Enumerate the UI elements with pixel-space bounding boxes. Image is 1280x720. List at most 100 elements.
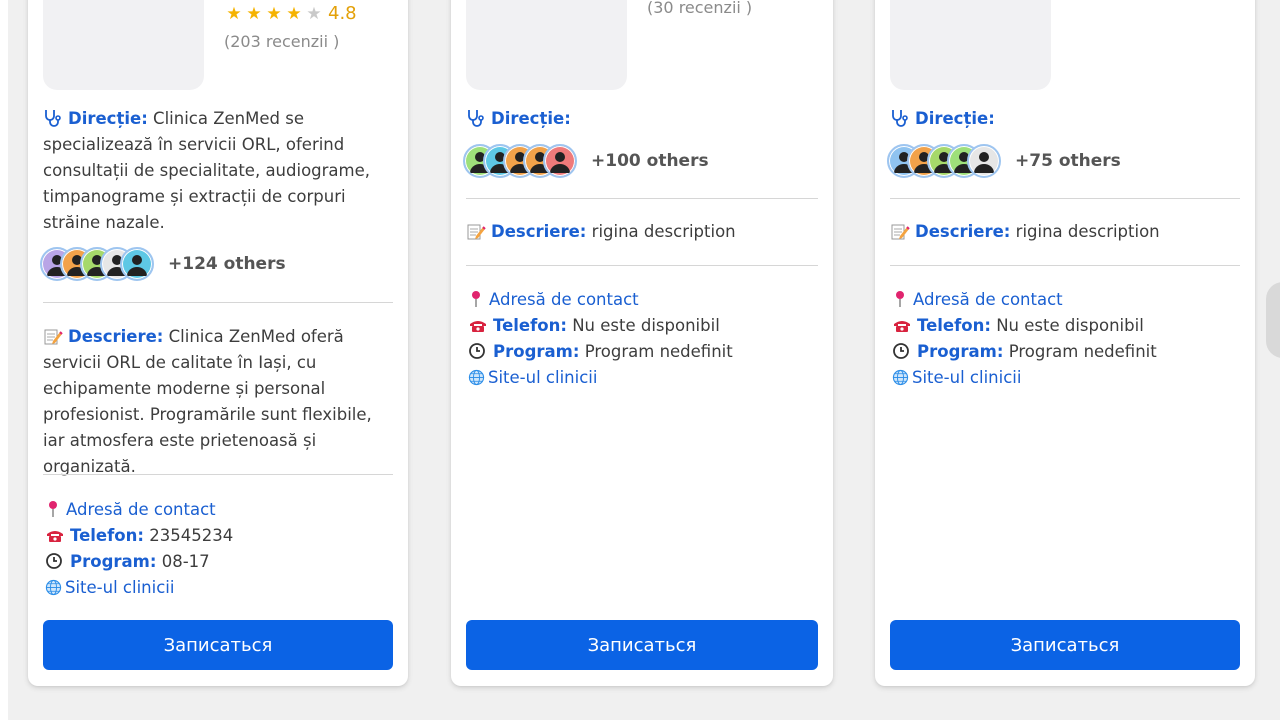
phone-label: Telefon: [493,316,567,335]
contact-section: Adresă de contact Telefon: Nu este dispo… [468,287,818,391]
pushpin-icon [45,500,61,518]
divider [43,474,393,475]
telephone-icon [892,316,912,334]
phone-label: Telefon: [70,526,144,545]
contact-address-link[interactable]: Adresă de contact [489,290,639,309]
others-count: +75 others [1015,151,1121,171]
clinic-card: Direcție: +75 others Descriere: rigina d… [875,0,1255,686]
others-count: +124 others [168,254,286,274]
description-label: Descriere: [491,222,587,241]
clinic-site-link[interactable]: Site-ul clinicii [488,368,597,387]
avatar [543,144,577,178]
phone-value: 23545234 [149,526,234,545]
site-row[interactable]: Site-ul clinicii [468,365,818,391]
clinic-image-placeholder [466,0,627,90]
direction-label: Direcție: [915,109,995,128]
phone-row: Telefon: Nu este disponibil [468,313,818,339]
direction-section: Direcție: Clinica ZenMed se specializeaz… [43,106,393,236]
schedule-value: 08-17 [161,552,210,571]
clock-icon [45,552,65,570]
stethoscope-icon [890,109,910,127]
book-appointment-button[interactable]: Записаться [43,620,393,670]
clock-icon [892,342,912,360]
divider [890,265,1240,266]
schedule-label: Program: [493,342,580,361]
phone-value: Nu este disponibil [996,316,1144,335]
pushpin-icon [892,290,908,308]
star-icon: ★ [286,3,302,24]
description-text: rigina description [591,222,736,241]
clinic-site-link[interactable]: Site-ul clinicii [912,368,1021,387]
clock-icon [468,342,488,360]
schedule-label: Program: [917,342,1004,361]
clinic-card-zenmed: ★ ★ ★ ★ ★ 4.8 (203 recenzii ) Direcție: … [28,0,408,686]
others-count: +100 others [591,151,709,171]
direction-label: Direcție: [68,109,148,128]
schedule-value: Program nedefinit [584,342,733,361]
schedule-row: Program: Program nedefinit [468,339,818,365]
book-appointment-button[interactable]: Записаться [466,620,818,670]
schedule-row: Program: Program nedefinit [892,339,1240,365]
divider [466,265,818,266]
star-icon: ★ [246,3,262,24]
rating-value: 4.8 [328,3,357,24]
description-section: Descriere: rigina description [890,219,1240,245]
telephone-icon [468,316,488,334]
direction-label: Direcție: [491,109,571,128]
rating-row: ★ ★ ★ ★ ★ 4.8 [224,3,357,24]
globe-icon [468,368,485,386]
stethoscope-icon [43,109,63,127]
avatar [967,144,1001,178]
book-appointment-button[interactable]: Записаться [890,620,1240,670]
stethoscope-icon [466,109,486,127]
half-star-icon: ★ [306,3,322,24]
clinic-site-link[interactable]: Site-ul clinicii [65,578,174,597]
pushpin-icon [468,290,484,308]
direction-section: Direcție: [890,106,1240,132]
phone-value: Nu este disponibil [572,316,720,335]
telephone-icon [45,526,65,544]
schedule-row: Program: 08-17 [45,549,393,575]
description-label: Descriere: [68,327,164,346]
contact-section: Adresă de contact Telefon: 23545234 Prog… [45,497,393,601]
avatar-group[interactable]: +124 others [40,247,286,281]
review-count: (203 recenzii ) [224,32,340,51]
description-text: rigina description [1015,222,1160,241]
star-icon: ★ [266,3,282,24]
avatar-group[interactable]: +75 others [887,144,1121,178]
phone-row: Telefon: 23545234 [45,523,393,549]
avatar [120,247,154,281]
memo-icon [890,222,910,240]
clinic-image-placeholder [890,0,1051,90]
contact-address-link[interactable]: Adresă de contact [66,500,216,519]
contact-address-row[interactable]: Adresă de contact [45,497,393,523]
phone-row: Telefon: Nu este disponibil [892,313,1240,339]
contact-address-row[interactable]: Adresă de contact [892,287,1240,313]
schedule-label: Program: [70,552,157,571]
contact-address-row[interactable]: Adresă de contact [468,287,818,313]
review-count: (30 recenzii ) [647,0,753,17]
divider [466,198,818,199]
schedule-value: Program nedefinit [1008,342,1157,361]
contact-section: Adresă de contact Telefon: Nu este dispo… [892,287,1240,391]
star-icon: ★ [226,3,242,24]
description-section: Descriere: Clinica ZenMed oferă servicii… [43,324,393,480]
contact-address-link[interactable]: Adresă de contact [913,290,1063,309]
phone-label: Telefon: [917,316,991,335]
memo-icon [466,222,486,240]
direction-section: Direcție: [466,106,818,132]
description-section: Descriere: rigina description [466,219,818,245]
globe-icon [892,368,909,386]
description-label: Descriere: [915,222,1011,241]
avatar-group[interactable]: +100 others [463,144,709,178]
clinic-card: (30 recenzii ) Direcție: +100 others Des… [451,0,833,686]
divider [890,198,1240,199]
divider [43,302,393,303]
description-text: Clinica ZenMed oferă servicii ORL de cal… [43,327,372,476]
carousel-scroll-handle[interactable] [1266,282,1280,358]
globe-icon [45,578,62,596]
site-row[interactable]: Site-ul clinicii [45,575,393,601]
clinic-image-placeholder [43,0,204,90]
memo-icon [43,327,63,345]
site-row[interactable]: Site-ul clinicii [892,365,1240,391]
